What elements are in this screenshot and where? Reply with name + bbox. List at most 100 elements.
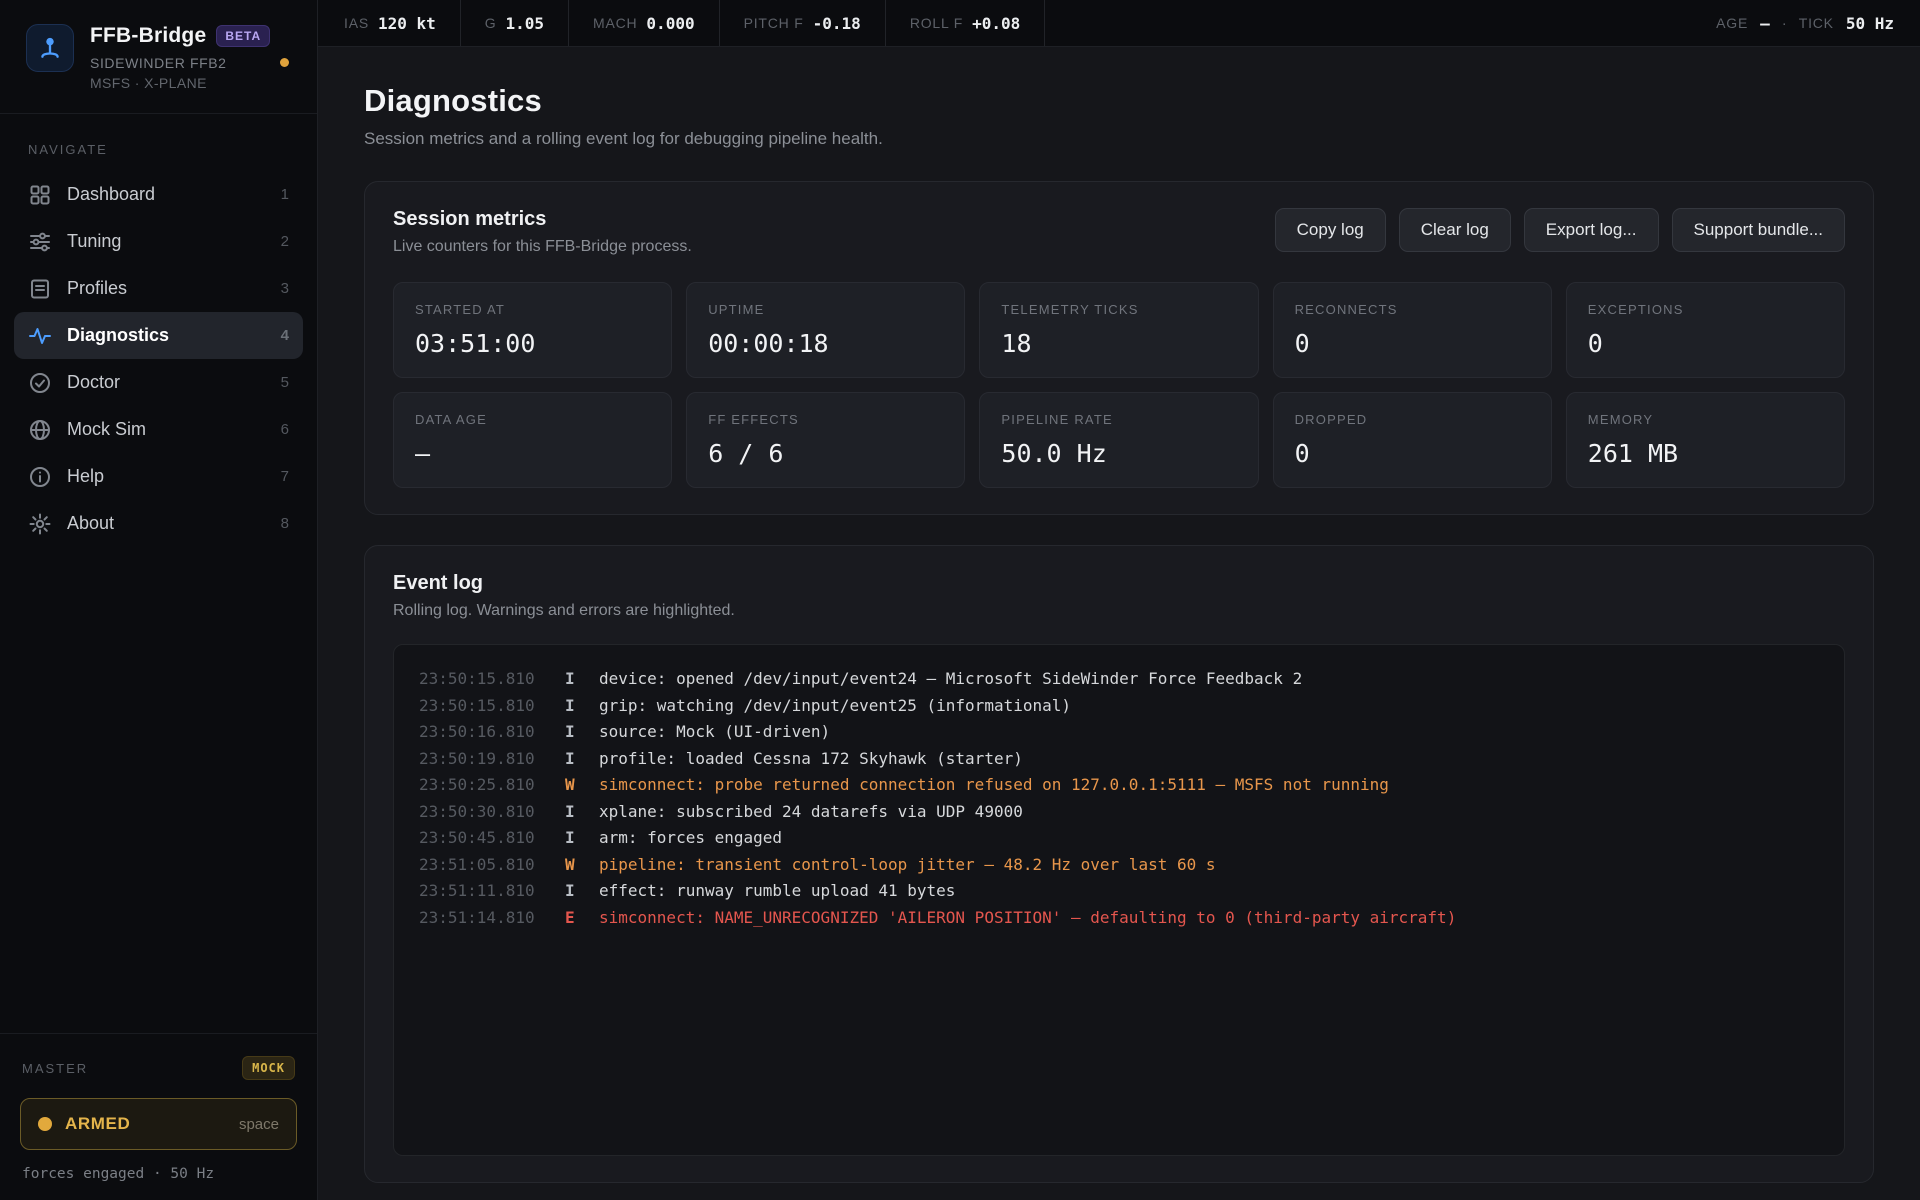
telemetry-label: AGE	[1716, 15, 1748, 31]
device-name: SIDEWINDER FFB2	[90, 55, 270, 71]
telemetry-ias: IAS 120 kt	[320, 0, 461, 46]
telemetry-right-group: AGE — · TICK 50 Hz	[1716, 0, 1920, 46]
sim-targets: MSFS · X-PLANE	[90, 75, 270, 91]
log-level: I	[565, 825, 599, 852]
log-message: profile: loaded Cessna 172 Skyhawk (star…	[599, 746, 1023, 773]
beta-badge: BETA	[216, 25, 270, 47]
copy-log-button[interactable]: Copy log	[1275, 208, 1386, 252]
log-message: xplane: subscribed 24 datarefs via UDP 4…	[599, 799, 1023, 826]
armed-toggle-button[interactable]: ARMED space	[20, 1098, 297, 1150]
telemetry-value: —	[1760, 14, 1770, 33]
mock-badge: MOCK	[242, 1056, 295, 1080]
card-heading-block: Event log Rolling log. Warnings and erro…	[393, 572, 735, 620]
metric-label: PIPELINE RATE	[1001, 412, 1236, 427]
metric-label: EXCEPTIONS	[1588, 302, 1823, 317]
metric-label: MEMORY	[1588, 412, 1823, 427]
log-message: simconnect: NAME_UNRECOGNIZED 'AILERON P…	[599, 905, 1456, 932]
activity-icon	[28, 324, 52, 348]
metric-label: DATA AGE	[415, 412, 650, 427]
metric-label: STARTED AT	[415, 302, 650, 317]
telemetry-label: ROLL F	[910, 15, 963, 31]
sidebar-item-dashboard[interactable]: Dashboard 1	[14, 171, 303, 218]
metric-value: 261 MB	[1588, 439, 1823, 468]
metric-exceptions: EXCEPTIONS 0	[1566, 282, 1845, 378]
joystick-icon	[36, 34, 64, 62]
engine-status-text: forces engaged · 50 Hz	[20, 1166, 297, 1182]
metric-value: 0	[1295, 439, 1530, 468]
log-message: device: opened /dev/input/event24 — Micr…	[599, 666, 1302, 693]
sidebar-nav: NAVIGATE Dashboard 1 Tuning 2 Profiles 3	[0, 114, 317, 547]
log-time: 23:50:30.810	[419, 799, 565, 826]
document-icon	[28, 277, 52, 301]
support-bundle-button[interactable]: Support bundle...	[1672, 208, 1845, 252]
sidebar-item-shortcut: 5	[281, 374, 289, 391]
metric-value: 0	[1295, 329, 1530, 358]
card-title: Session metrics	[393, 208, 692, 231]
log-level: I	[565, 799, 599, 826]
sidebar-item-label: Profiles	[67, 278, 127, 299]
log-panel[interactable]: 23:50:15.810Idevice: opened /dev/input/e…	[393, 644, 1845, 1156]
log-level: W	[565, 852, 599, 879]
main-column: IAS 120 kt G 1.05 MACH 0.000 PITCH F -0.…	[318, 0, 1920, 1200]
metrics-grid: STARTED AT 03:51:00 UPTIME 00:00:18 TELE…	[393, 282, 1845, 488]
sidebar-item-help[interactable]: Help 7	[14, 453, 303, 500]
export-log-button[interactable]: Export log...	[1524, 208, 1659, 252]
log-time: 23:50:19.810	[419, 746, 565, 773]
metric-data-age: DATA AGE —	[393, 392, 672, 488]
dashboard-icon	[28, 183, 52, 207]
app-header: FFB-Bridge BETA SIDEWINDER FFB2 MSFS · X…	[0, 0, 317, 114]
card-subtitle: Rolling log. Warnings and errors are hig…	[393, 602, 735, 620]
log-entry: 23:50:16.810Isource: Mock (UI-driven)	[419, 719, 1819, 746]
log-entry: 23:50:15.810Igrip: watching /dev/input/e…	[419, 693, 1819, 720]
telemetry-value: 120 kt	[378, 14, 436, 33]
log-message: source: Mock (UI-driven)	[599, 719, 830, 746]
log-level: E	[565, 905, 599, 932]
log-level: I	[565, 666, 599, 693]
telemetry-roll-force: ROLL F +0.08	[886, 0, 1045, 46]
metric-label: FF EFFECTS	[708, 412, 943, 427]
log-message: effect: runway rumble upload 41 bytes	[599, 878, 955, 905]
session-metrics-card: Session metrics Live counters for this F…	[364, 181, 1874, 515]
metric-value: 03:51:00	[415, 329, 650, 358]
sidebar-item-profiles[interactable]: Profiles 3	[14, 265, 303, 312]
sidebar-item-diagnostics[interactable]: Diagnostics 4	[14, 312, 303, 359]
sidebar-item-shortcut: 7	[281, 468, 289, 485]
log-message: arm: forces engaged	[599, 825, 782, 852]
log-message: grip: watching /dev/input/event25 (infor…	[599, 693, 1071, 720]
sidebar-item-mock-sim[interactable]: Mock Sim 6	[14, 406, 303, 453]
metric-uptime: UPTIME 00:00:18	[686, 282, 965, 378]
sidebar-item-label: Help	[67, 466, 104, 487]
telemetry-mach: MACH 0.000	[569, 0, 720, 46]
clear-log-button[interactable]: Clear log	[1399, 208, 1511, 252]
armed-status-dot	[38, 1117, 52, 1131]
metric-value: 0	[1588, 329, 1823, 358]
event-log-card: Event log Rolling log. Warnings and erro…	[364, 545, 1874, 1183]
log-actions: Copy log Clear log Export log... Support…	[1275, 208, 1845, 252]
sidebar-footer: MASTER MOCK ARMED space forces engaged ·…	[0, 1033, 317, 1200]
log-entry-error: 23:51:14.810Esimconnect: NAME_UNRECOGNIZ…	[419, 905, 1819, 932]
check-circle-icon	[28, 371, 52, 395]
sidebar-item-about[interactable]: About 8	[14, 500, 303, 547]
metric-dropped: DROPPED 0	[1273, 392, 1552, 488]
sidebar-item-tuning[interactable]: Tuning 2	[14, 218, 303, 265]
metric-label: UPTIME	[708, 302, 943, 317]
app-title: FFB-Bridge	[90, 24, 206, 48]
telemetry-label: TICK	[1799, 15, 1834, 31]
card-title: Event log	[393, 572, 735, 595]
sidebar-item-shortcut: 2	[281, 233, 289, 250]
telemetry-value: 1.05	[505, 14, 544, 33]
page-title: Diagnostics	[364, 83, 1874, 119]
telemetry-value: 50 Hz	[1846, 14, 1894, 33]
sidebar-item-doctor[interactable]: Doctor 5	[14, 359, 303, 406]
metric-value: 6 / 6	[708, 439, 943, 468]
log-entry-warning: 23:50:25.810Wsimconnect: probe returned …	[419, 772, 1819, 799]
log-level: I	[565, 693, 599, 720]
log-entry: 23:50:19.810Iprofile: loaded Cessna 172 …	[419, 746, 1819, 773]
telemetry-bar: IAS 120 kt G 1.05 MACH 0.000 PITCH F -0.…	[318, 0, 1920, 47]
log-time: 23:51:11.810	[419, 878, 565, 905]
log-level: W	[565, 772, 599, 799]
status-dot	[280, 58, 289, 67]
log-time: 23:50:15.810	[419, 693, 565, 720]
metric-value: —	[415, 439, 650, 468]
sidebar-item-shortcut: 4	[281, 327, 289, 344]
